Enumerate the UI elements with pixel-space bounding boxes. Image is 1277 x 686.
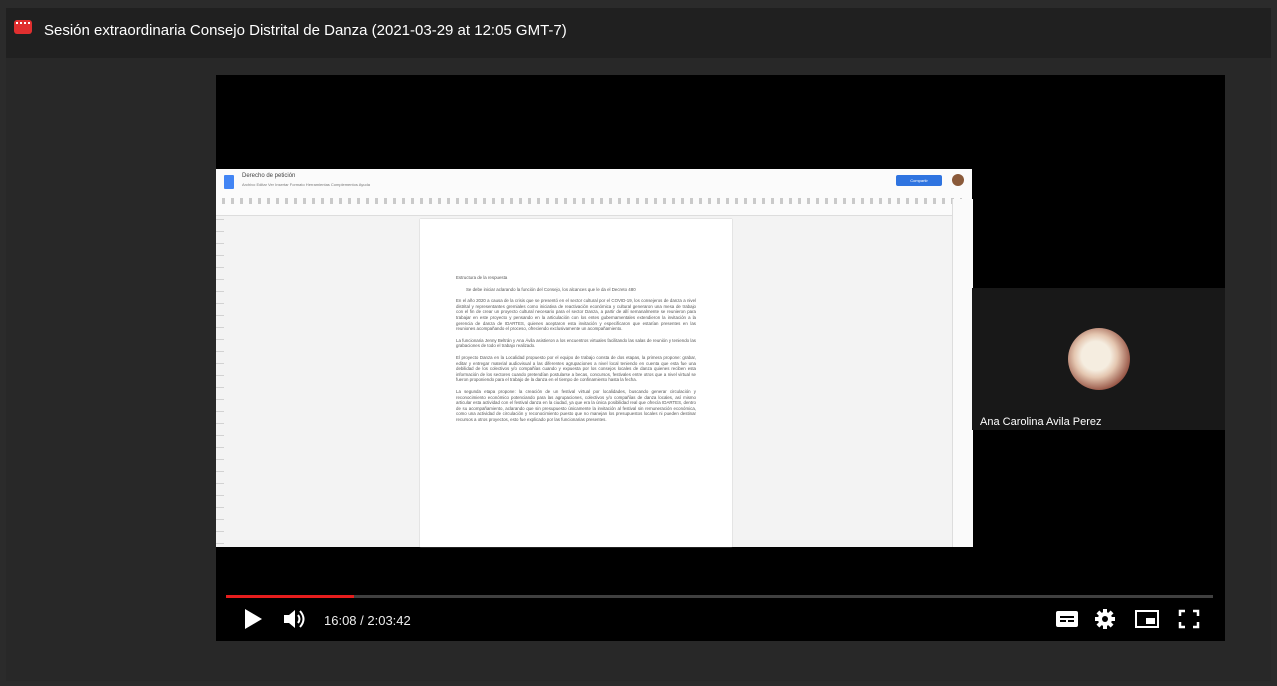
play-button[interactable]	[242, 607, 264, 631]
progress-bar[interactable]	[226, 595, 1213, 598]
video-title: Sesión extraordinaria Consejo Distrital …	[44, 22, 567, 39]
participant-name: Ana Carolina Avila Perez	[980, 416, 1102, 428]
docs-toolbar	[222, 198, 962, 204]
play-icon	[245, 609, 262, 629]
doc-paragraph: La funcionaria Jenny Beltrán y Ana Ávila…	[456, 337, 696, 349]
gear-icon	[1095, 609, 1115, 629]
subtitles-icon	[1056, 611, 1078, 627]
subtitles-button[interactable]	[1054, 607, 1080, 631]
doc-menu: Archivo Editar Ver Insertar Formato Herr…	[242, 182, 370, 187]
doc-paragraph: Estructura de la respuesta	[456, 275, 508, 280]
doc-paragraph: En el año 2020 a causa de la crisis que …	[456, 298, 696, 332]
doc-paragraph: El proyecto Danza en la Localidad propue…	[456, 354, 696, 383]
vertical-ruler	[216, 219, 224, 547]
video-player[interactable]: Derecho de petición Archivo Editar Ver I…	[216, 75, 1225, 641]
doc-title: Derecho de petición	[242, 173, 296, 179]
settings-button[interactable]	[1092, 607, 1118, 631]
document-body: Estructura de la respuesta Se debe inici…	[456, 275, 696, 428]
fullscreen-button[interactable]	[1176, 607, 1202, 631]
progress-fill	[226, 595, 355, 598]
docs-side-panel	[952, 199, 973, 547]
fullscreen-icon	[1178, 609, 1200, 629]
volume-button[interactable]	[282, 607, 308, 631]
shared-screen: Derecho de petición Archivo Editar Ver I…	[216, 169, 973, 547]
miniplayer-button[interactable]	[1134, 607, 1160, 631]
share-button: Compartir	[896, 175, 942, 186]
video-file-icon	[14, 20, 32, 34]
avatar	[952, 174, 964, 186]
participant-avatar	[1068, 328, 1130, 390]
doc-paragraph: Se debe iniciar aclarando la función del…	[466, 286, 636, 292]
docs-header: Derecho de petición Archivo Editar Ver I…	[216, 169, 972, 216]
docs-icon	[224, 175, 234, 189]
miniplayer-icon	[1135, 610, 1159, 628]
volume-icon	[284, 610, 305, 628]
doc-paragraph: La segunda etapa propone: la creación de…	[456, 388, 696, 422]
participant-tile: Ana Carolina Avila Perez	[972, 288, 1225, 430]
time-display: 16:08 / 2:03:42	[324, 613, 411, 628]
document-page: Estructura de la respuesta Se debe inici…	[420, 219, 732, 547]
